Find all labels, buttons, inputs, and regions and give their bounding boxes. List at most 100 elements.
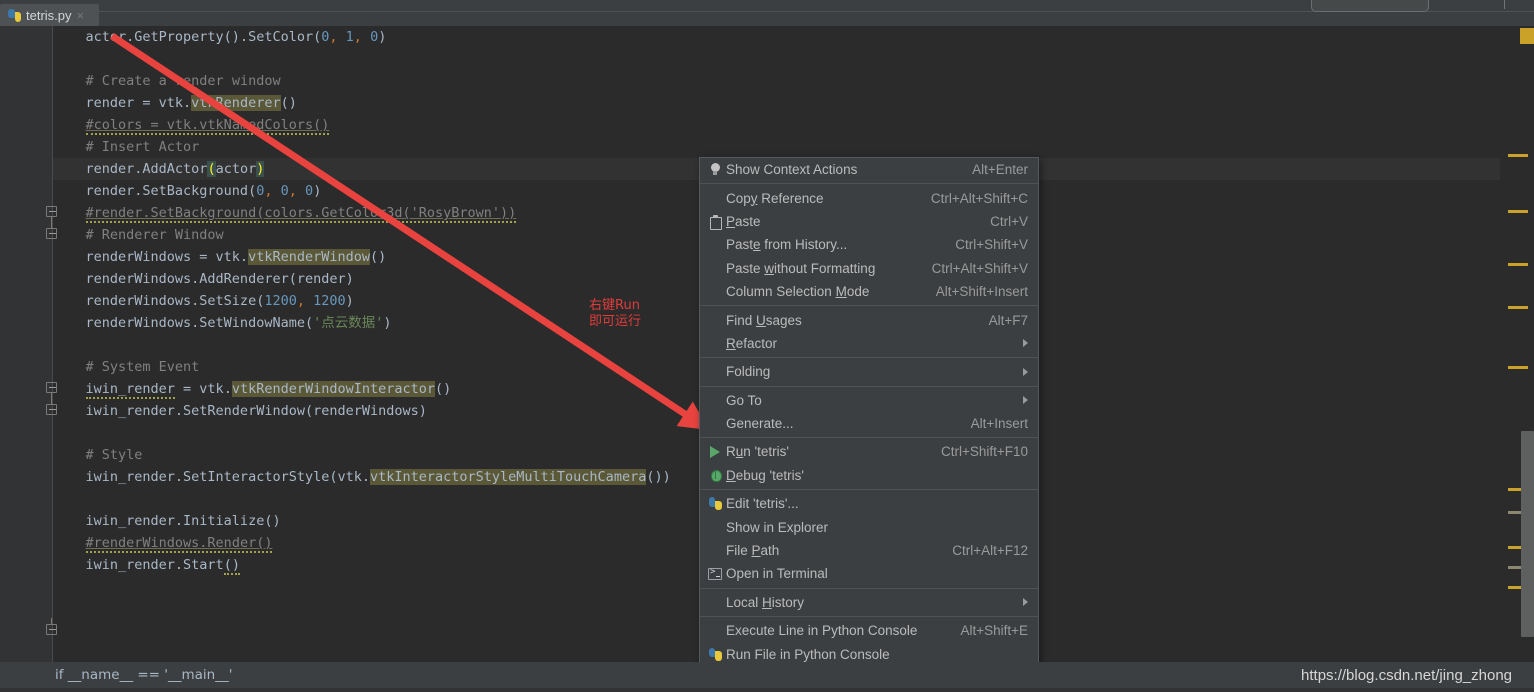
warning-stripe-mark[interactable] (1508, 366, 1528, 369)
editor-tab-tetris-py[interactable]: tetris.py × (0, 4, 99, 26)
menu-item-label: Find Usages (726, 312, 802, 328)
code-line-32: actor.GetProperty().SetColor(0, 1, 0) (53, 29, 387, 45)
menu-item-icon-slot (704, 312, 726, 328)
menu-item-shortcut: Alt+Insert (970, 416, 1028, 432)
menu-item-column-selection-mode[interactable]: Column Selection Mode Alt+Shift+Insert (700, 280, 1038, 303)
warning-stripe-mark[interactable] (1508, 154, 1528, 157)
menu-item-shortcut: Alt+Enter (972, 162, 1028, 178)
menu-item-show-context-actions[interactable]: Show Context Actions Alt+Enter (700, 158, 1038, 181)
lightbulb-icon (704, 162, 726, 178)
submenu-chevron-right-icon (1023, 339, 1028, 348)
error-stripe-gutter[interactable] (1500, 26, 1534, 662)
terminal-icon (708, 567, 722, 580)
toolbar-divider (0, 11, 1534, 12)
menu-item-paste[interactable]: Paste Ctrl+V (700, 210, 1038, 233)
menu-item-shortcut: Alt+Shift+E (960, 623, 1028, 639)
editor-tab-bar: tetris.py × (0, 0, 160, 26)
lightbulb-icon (710, 163, 720, 176)
menu-item-label: File Path (726, 543, 780, 559)
menu-item-run-tetris[interactable]: Run 'tetris' Ctrl+Shift+F10 (700, 440, 1038, 463)
python-icon (708, 647, 722, 661)
menu-item-label: Go To (726, 392, 762, 408)
warning-stripe-mark[interactable] (1508, 306, 1528, 309)
window-bottom-edge (0, 688, 1534, 692)
menu-separator (700, 357, 1038, 359)
menu-separator (700, 616, 1038, 618)
editor-tab-label: tetris.py (26, 7, 72, 23)
menu-separator (700, 587, 1038, 589)
debug-bug-icon (704, 467, 726, 483)
menu-item-label: Paste (726, 213, 761, 229)
submenu-chevron-right-icon (1023, 367, 1028, 376)
menu-item-icon-slot (704, 260, 726, 276)
menu-item-shortcut: Ctrl+V (990, 213, 1028, 229)
menu-item-shortcut: Ctrl+Alt+Shift+V (931, 260, 1028, 276)
warning-stripe-mark[interactable] (1508, 263, 1528, 266)
submenu-chevron-right-icon (1023, 598, 1028, 607)
menu-item-label: Generate... (726, 416, 794, 432)
menu-item-generate[interactable]: Generate... Alt+Insert (700, 412, 1038, 435)
menu-item-open-in-terminal[interactable]: Open in Terminal (700, 562, 1038, 585)
menu-item-refactor[interactable]: Refactor (700, 332, 1038, 355)
menu-item-icon-slot (704, 519, 726, 535)
menu-item-icon-slot (704, 416, 726, 432)
menu-item-label: Paste without Formatting (726, 260, 876, 276)
menu-item-label: Run File in Python Console (726, 646, 890, 662)
python-file-icon (8, 8, 21, 22)
menu-separator (700, 489, 1038, 491)
close-icon[interactable]: × (77, 9, 85, 22)
menu-item-shortcut: Ctrl+Alt+Shift+C (930, 190, 1028, 206)
menu-item-go-to[interactable]: Go To (700, 389, 1038, 412)
menu-item-folding[interactable]: Folding (700, 360, 1038, 383)
menu-item-label: Run 'tetris' (726, 444, 789, 460)
inspection-status-badge[interactable] (1520, 28, 1534, 44)
menu-item-label: Column Selection Mode (726, 284, 870, 300)
menu-item-shortcut: Ctrl+Alt+F12 (952, 543, 1028, 559)
debug-bug-icon (709, 469, 722, 483)
menu-item-icon-slot (704, 543, 726, 559)
submenu-chevron-right-icon (1023, 396, 1028, 405)
menu-item-debug-tetris[interactable]: Debug 'tetris' (700, 464, 1038, 487)
menu-item-find-usages[interactable]: Find Usages Alt+F7 (700, 308, 1038, 331)
menu-separator (700, 305, 1038, 307)
python-icon (708, 497, 722, 511)
menu-item-icon-slot (704, 335, 726, 351)
vertical-scrollbar-thumb[interactable] (1521, 431, 1534, 637)
clipboard-icon (710, 214, 722, 230)
clipboard-icon (704, 213, 726, 230)
context-menu[interactable]: Show Context Actions Alt+Enter Copy Refere… (699, 157, 1039, 692)
run-play-icon (710, 445, 720, 458)
menu-item-copy-reference[interactable]: Copy Reference Ctrl+Alt+Shift+C (700, 186, 1038, 209)
menu-item-shortcut: Alt+Shift+Insert (935, 284, 1028, 300)
menu-item-execute-line-in-python-console[interactable]: Execute Line in Python Console Alt+Shift+… (700, 619, 1038, 642)
run-play-icon (704, 444, 726, 460)
menu-separator (700, 183, 1038, 185)
breadcrumb-label: if __name__ == '__main__' (55, 667, 233, 683)
menu-item-show-in-explorer[interactable]: Show in Explorer (700, 515, 1038, 538)
menu-item-label: Execute Line in Python Console (726, 623, 918, 639)
menu-item-paste-without-formatting[interactable]: Paste without Formatting Ctrl+Alt+Shift+V (700, 257, 1038, 280)
menu-item-icon-slot (704, 190, 726, 206)
menu-item-paste-from-history[interactable]: Paste from History... Ctrl+Shift+V (700, 233, 1038, 256)
menu-item-label: Copy Reference (726, 190, 824, 206)
menu-item-icon-slot (704, 594, 726, 610)
menu-item-icon-slot (704, 364, 726, 380)
top-toolbar-strip (0, 0, 1534, 26)
warning-stripe-mark[interactable] (1508, 210, 1528, 213)
terminal-icon (704, 566, 726, 582)
menu-item-label: Debug 'tetris' (726, 467, 804, 483)
menu-item-label: Show in Explorer (726, 519, 829, 535)
menu-item-file-path[interactable]: File Path Ctrl+Alt+F12 (700, 539, 1038, 562)
python-icon (704, 496, 726, 512)
line-number-gutter[interactable] (0, 26, 52, 662)
menu-item-local-history[interactable]: Local History (700, 591, 1038, 614)
menu-item-label: Local History (726, 594, 805, 610)
menu-item-label: Open in Terminal (726, 566, 828, 582)
search-field-stub[interactable] (1311, 0, 1429, 12)
menu-item-label: Refactor (726, 335, 778, 351)
menu-item-label: Edit 'tetris'... (726, 496, 799, 512)
menu-item-label: Paste from History... (726, 237, 848, 253)
menu-item-edit-tetris[interactable]: Edit 'tetris'... (700, 492, 1038, 515)
menu-item-label: Show Context Actions (726, 162, 858, 178)
